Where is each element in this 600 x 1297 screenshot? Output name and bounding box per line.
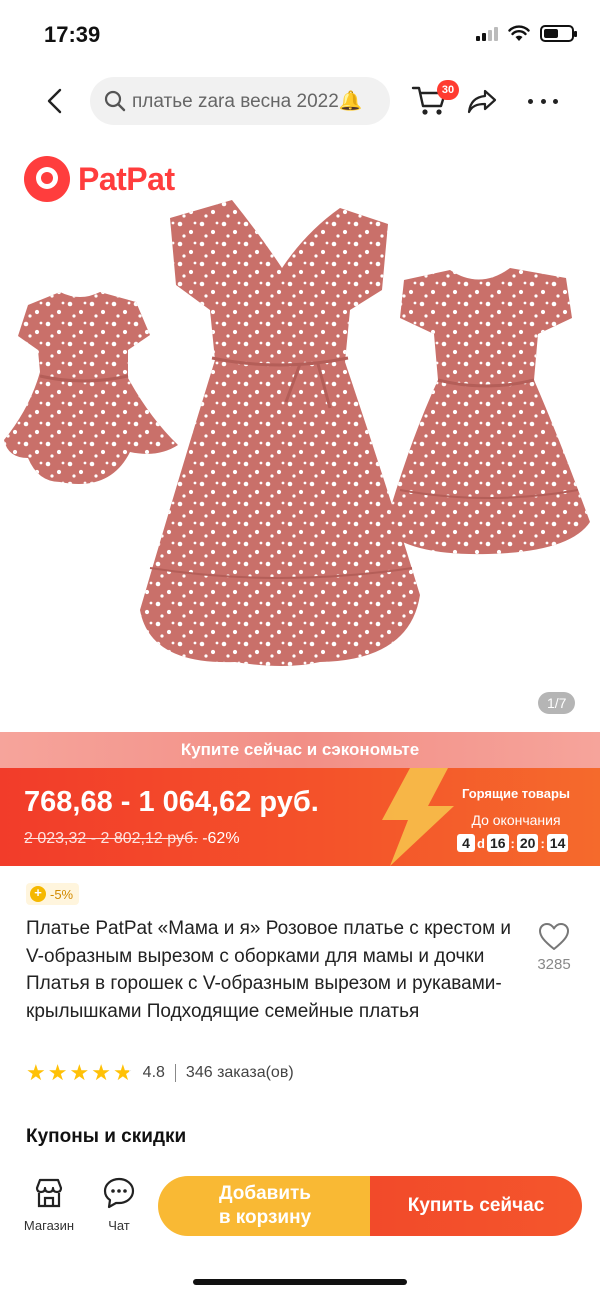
girl-dress xyxy=(384,268,590,555)
countdown-minutes: 20 xyxy=(516,834,539,852)
buy-now-button[interactable]: Купить сейчас xyxy=(370,1176,582,1236)
heart-icon xyxy=(539,923,569,950)
add-to-cart-line2: в корзину xyxy=(218,1207,312,1228)
old-price: 2 023,32 - 2 802,12 руб. xyxy=(24,830,198,847)
current-price: 768,68 - 1 064,62 руб. xyxy=(24,786,319,818)
status-time: 17:39 xyxy=(44,22,101,47)
signal-icon xyxy=(476,25,498,41)
image-counter: 1/7 xyxy=(538,692,576,714)
store-label: Магазин xyxy=(23,1218,75,1233)
orders-count: 346 заказа(ов) xyxy=(185,1064,294,1081)
countdown-days: 4 xyxy=(457,834,475,852)
promo-banner: Купите сейчас и сэкономьте xyxy=(0,732,600,768)
status-icons xyxy=(476,24,577,42)
wifi-icon xyxy=(508,25,530,41)
rating-value: 4.8 xyxy=(142,1064,165,1081)
ends-in-label: До окончания xyxy=(471,812,561,828)
product-title: Платье PatPat «Мама и я» Розовое платье … xyxy=(26,918,512,1022)
store-button[interactable]: Магазин xyxy=(14,1176,84,1233)
lightning-icon xyxy=(382,768,454,866)
rating-divider xyxy=(174,1064,176,1082)
product-photo xyxy=(4,200,590,666)
price-bar: 768,68 - 1 064,62 руб. 2 023,32 - 2 802,… xyxy=(0,768,600,866)
discount-percent: -62% xyxy=(202,830,240,847)
rating-stars: ★ ★ ★ ★ ★ xyxy=(26,1062,133,1084)
star-icon: ★ xyxy=(69,1060,90,1085)
favorite-button[interactable]: 3285 xyxy=(526,922,582,973)
chat-label: Чат xyxy=(108,1218,130,1233)
chat-button[interactable]: Чат xyxy=(84,1176,154,1233)
countdown-seconds: 14 xyxy=(546,834,569,852)
coin-icon xyxy=(30,885,46,902)
status-bar: 17:39 xyxy=(0,0,600,70)
search-query: платье zara весна 2022🔔 xyxy=(132,91,363,112)
bottom-action-bar: Магазин Чат Добавить в корзину Купить се… xyxy=(0,1162,600,1297)
rating-row[interactable]: ★ ★ ★ ★ ★ 4.8 346 заказа(ов) xyxy=(26,1062,294,1084)
top-nav: платье zara весна 2022🔔 30 xyxy=(0,72,600,132)
cart-count-badge: 30 xyxy=(437,80,459,100)
mom-dress xyxy=(140,200,420,666)
countdown-timer: 4 d 16 : 20 : 14 xyxy=(457,834,569,852)
chat-icon xyxy=(103,1177,135,1209)
search-input[interactable]: платье zara весна 2022🔔 xyxy=(90,77,390,125)
baby-dress xyxy=(4,292,178,484)
coupons-section-title[interactable]: Купоны и скидки xyxy=(26,1126,186,1148)
search-icon xyxy=(104,90,126,112)
buy-now-label: Купить сейчас xyxy=(407,1195,545,1216)
old-price-row: 2 023,32 - 2 802,12 руб. -62% xyxy=(24,830,240,848)
star-icon: ★ xyxy=(47,1060,68,1085)
coin-discount-text: -5% xyxy=(50,886,74,902)
product-image-carousel[interactable]: PatPat 1/7 xyxy=(0,140,600,732)
countdown-hours: 16 xyxy=(486,834,509,852)
add-to-cart-line1: Добавить xyxy=(218,1183,311,1204)
back-arrow-icon[interactable] xyxy=(40,86,70,116)
star-icon: ★ xyxy=(26,1060,46,1085)
countdown-day-unit: d xyxy=(477,835,485,851)
star-icon: ★ xyxy=(91,1060,111,1085)
more-options-icon[interactable] xyxy=(528,96,558,106)
add-to-cart-button[interactable]: Добавить в корзину xyxy=(158,1176,372,1236)
battery-icon xyxy=(540,24,577,42)
share-icon[interactable] xyxy=(466,86,498,116)
coin-discount-badge: -5% xyxy=(26,883,80,905)
favorites-count: 3285 xyxy=(537,956,571,973)
hot-deals-label: Горящие товары xyxy=(461,786,571,801)
star-partial-icon: ★ xyxy=(112,1060,133,1085)
store-icon xyxy=(35,1178,63,1208)
home-indicator[interactable] xyxy=(193,1279,407,1285)
promo-text: Купите сейчас и сэкономьте xyxy=(180,740,420,759)
